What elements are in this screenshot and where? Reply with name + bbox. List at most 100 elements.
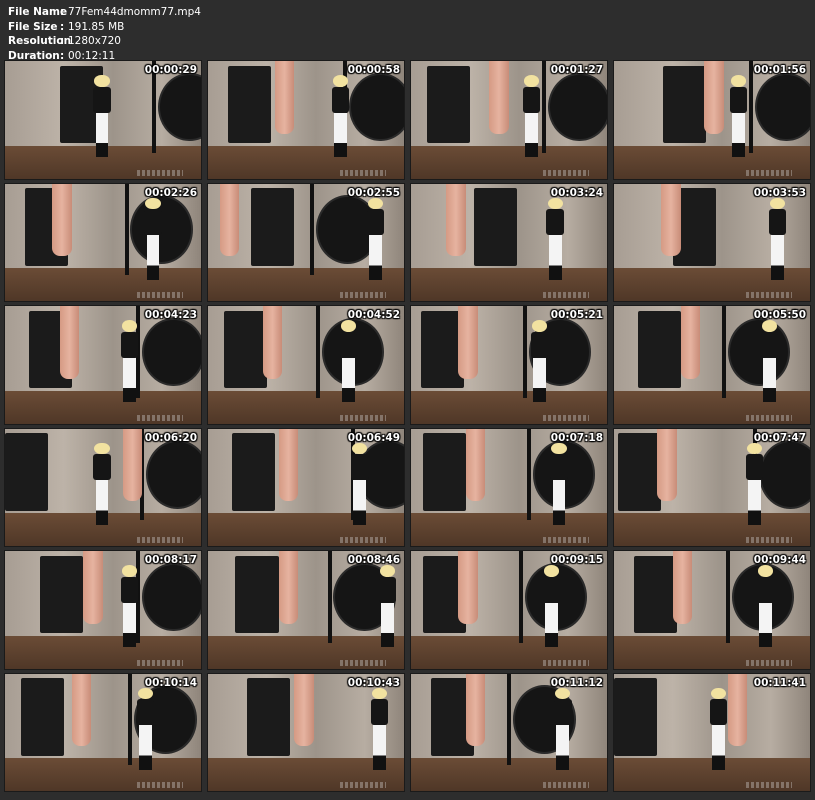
figure-head	[555, 687, 571, 700]
info-separator: :	[60, 20, 65, 33]
scene-figure	[672, 551, 693, 624]
scene-rack	[223, 310, 267, 389]
video-thumbnail: 00:01:56	[613, 60, 811, 180]
scene-figure	[458, 306, 478, 379]
figure-head	[770, 197, 786, 210]
scene-figure	[661, 183, 681, 257]
scene-figure	[134, 687, 156, 770]
watermark	[137, 782, 183, 788]
watermark	[746, 292, 792, 298]
figure-legs	[525, 112, 538, 158]
figure-legs	[341, 357, 355, 403]
info-separator: :	[60, 35, 65, 47]
figure-head	[758, 565, 774, 577]
thumbnail-grid: 00:00:29 00:00:58 00:01:27 00:01:56 00:02:26…	[4, 60, 811, 792]
figure-torso	[546, 209, 564, 236]
thumbnail-timestamp: 00:01:56	[753, 64, 806, 76]
scene-rack	[614, 678, 658, 756]
video-thumbnail: 00:10:43	[207, 672, 405, 792]
scene-rack	[40, 555, 84, 634]
scene-figure	[349, 442, 371, 525]
figure-head	[547, 197, 563, 210]
scene-rack	[5, 433, 49, 511]
thumbnail-timestamp: 00:07:47	[753, 431, 806, 444]
video-thumbnail: 00:11:12	[410, 672, 608, 792]
figure-legs	[712, 725, 726, 770]
scene-wheel	[142, 562, 201, 632]
figure-legs	[731, 112, 745, 158]
scene-rack	[473, 188, 517, 266]
scene-frame	[309, 183, 314, 276]
figure-torso	[331, 86, 349, 113]
scene-wheel	[755, 72, 810, 142]
scene-rack	[617, 433, 662, 511]
file-name-value: 77Fem44dmomm77.mp4	[68, 6, 201, 18]
thumbnail-timestamp: 00:08:17	[144, 554, 197, 566]
thumbnail-timestamp: 00:03:24	[550, 186, 603, 199]
info-key: File Size	[8, 20, 58, 33]
figure-torso	[351, 454, 369, 481]
figure-legs	[146, 235, 160, 280]
video-thumbnail: 00:07:18	[410, 427, 608, 547]
scene-figure	[91, 442, 113, 525]
video-thumbnail: 00:05:21	[410, 305, 608, 425]
resolution-row: Resolution : 1280x720	[8, 34, 201, 49]
figure-head	[340, 320, 356, 332]
figure-torso	[769, 209, 787, 236]
scene-figure	[767, 197, 789, 280]
thumbnail-timestamp: 00:04:23	[144, 309, 197, 321]
scene-figure	[59, 306, 80, 379]
scene-figure	[446, 183, 466, 257]
figure-legs	[95, 480, 109, 525]
figure-legs	[548, 235, 562, 280]
scene-figure	[122, 428, 143, 502]
figure-torso	[710, 699, 728, 726]
figure-torso	[550, 454, 568, 481]
scene-figure	[377, 565, 399, 648]
watermark	[746, 782, 792, 788]
watermark	[746, 169, 792, 176]
figure-head	[94, 75, 110, 87]
video-thumbnail: 00:00:58	[207, 60, 405, 180]
scene-figure	[219, 183, 240, 257]
figure-torso	[378, 576, 396, 603]
info-key: File Name	[8, 6, 68, 18]
resolution-value: 1280x720	[68, 35, 121, 47]
figure-torso	[530, 331, 548, 358]
watermark	[340, 292, 386, 298]
file-size-value: 191.85 MB	[68, 20, 125, 33]
watermark	[543, 537, 589, 543]
scene-figure	[337, 320, 359, 403]
scene-figure	[680, 306, 701, 379]
file-size-row: File Size : 191.85 MB	[8, 20, 201, 35]
thumbnail-timestamp: 00:04:52	[347, 309, 400, 321]
video-thumbnail: 00:06:49	[207, 427, 405, 547]
video-thumbnail: 00:08:46	[207, 550, 405, 670]
figure-head	[730, 75, 746, 87]
info-separator: :	[60, 6, 65, 18]
file-name-row: File Name : 77Fem44dmomm77.mp4	[8, 5, 201, 20]
scene-rack	[227, 65, 271, 144]
figure-legs	[138, 725, 152, 770]
video-thumbnail: 00:02:26	[4, 182, 202, 302]
figure-head	[332, 75, 348, 87]
watermark	[340, 414, 386, 421]
thumbnail-timestamp: 00:10:14	[144, 676, 197, 689]
video-thumbnail: 00:08:17	[4, 550, 202, 670]
scene-figure	[278, 551, 299, 624]
figure-head	[371, 687, 388, 700]
video-thumbnail: 00:02:55	[207, 182, 405, 302]
scene-figure	[119, 565, 141, 648]
watermark	[543, 782, 589, 788]
watermark	[340, 659, 386, 666]
scene-figure	[540, 565, 562, 648]
figure-legs	[353, 480, 367, 525]
scene-figure	[465, 428, 486, 502]
video-thumbnail: 00:11:41	[613, 672, 811, 792]
video-thumbnail: 00:03:53	[613, 182, 811, 302]
figure-legs	[771, 235, 785, 280]
scene-figure	[262, 306, 283, 379]
figure-head	[746, 442, 762, 455]
watermark	[137, 659, 183, 666]
figure-head	[379, 565, 395, 577]
